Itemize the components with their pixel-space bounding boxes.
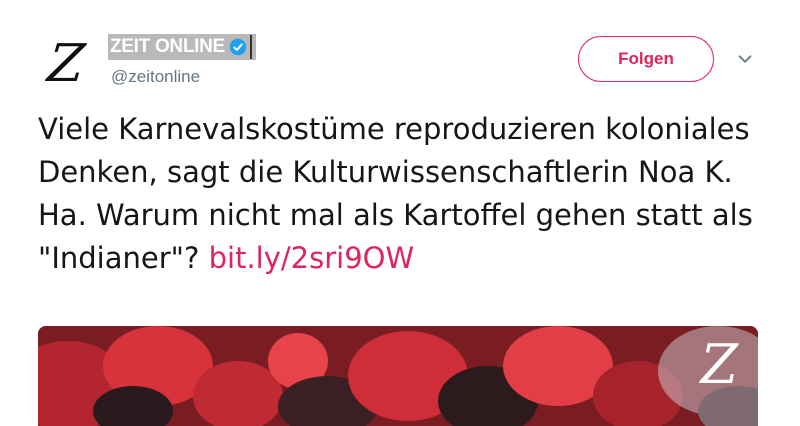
- account-name[interactable]: ZEIT ONLINE: [110, 36, 225, 58]
- account-handle[interactable]: @zeitonline: [111, 67, 200, 87]
- avatar-logo: Z: [44, 34, 88, 94]
- chevron-down-icon[interactable]: [734, 48, 756, 70]
- tweet-media-image[interactable]: Z: [38, 326, 758, 426]
- media-photo: [38, 326, 758, 426]
- media-logo: Z: [700, 333, 738, 396]
- verified-badge-icon: [229, 38, 247, 56]
- follow-button[interactable]: Folgen: [578, 36, 714, 82]
- account-name-row[interactable]: ZEIT ONLINE: [108, 34, 256, 60]
- text-cursor: [249, 35, 252, 59]
- tweet-link[interactable]: bit.ly/2sri9OW: [209, 241, 415, 275]
- tweet-text: Viele Karnevalskostüme reproduzieren kol…: [38, 108, 778, 280]
- avatar[interactable]: Z: [38, 34, 94, 94]
